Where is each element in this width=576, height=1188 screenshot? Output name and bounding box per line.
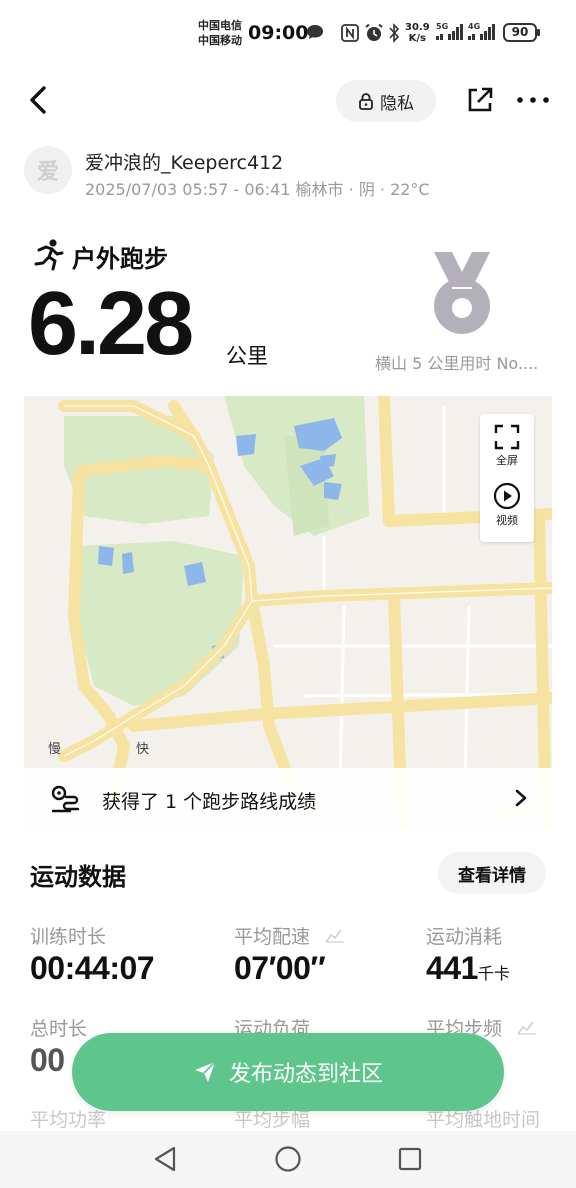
calories-unit: 千卡	[477, 966, 510, 983]
nav-back-icon[interactable]	[152, 1145, 178, 1173]
nav-recent-icon[interactable]	[398, 1147, 422, 1171]
message-icon	[307, 25, 323, 39]
signal-icon-2: 4G	[468, 22, 496, 42]
status-time: 09:00	[248, 22, 309, 44]
stat-value-avg-pace: 07′00″	[234, 950, 326, 986]
pace-legend-fast: 快	[136, 742, 150, 757]
fullscreen-icon	[494, 424, 520, 450]
send-icon	[194, 1061, 216, 1082]
route-achievement-text: 获得了 1 个跑步路线成绩	[102, 791, 317, 813]
status-bar: 中国电信 中国移动 09:00 30.9 K/s 5G 4G 90	[0, 0, 576, 66]
signal-icon: 5G	[436, 22, 464, 42]
map-tiles	[24, 396, 552, 828]
publish-label: 发布动态到社区	[228, 1062, 383, 1087]
play-icon	[493, 482, 521, 510]
more-icon[interactable]	[516, 94, 550, 106]
fullscreen-button[interactable]: 全屏	[480, 424, 534, 468]
route-achievement-banner[interactable]: 获得了 1 个跑步路线成绩	[24, 768, 552, 828]
pace-legend-slow: 慢	[48, 742, 62, 757]
net-speed: 30.9 K/s	[405, 22, 430, 44]
chart-icon-2	[517, 1021, 536, 1035]
medal-icon[interactable]	[430, 250, 494, 336]
system-nav-bar	[0, 1131, 576, 1188]
stat-value-training-time: 00:44:07	[30, 950, 155, 986]
faded-label-1: 平均功率	[30, 1109, 107, 1131]
distance-unit: 公里	[226, 344, 268, 368]
share-icon[interactable]	[466, 86, 494, 114]
stat-label-training-time: 训练时长	[30, 926, 107, 948]
stat-label-calories: 运动消耗	[426, 926, 503, 948]
stat-label-total-time: 总时长	[30, 1018, 88, 1040]
route-map[interactable]: 全屏 视频 慢 快 获得了 1 个跑步路线成绩	[24, 396, 552, 828]
user-name[interactable]: 爱冲浪的_Keeperc412	[85, 148, 283, 175]
video-button[interactable]: 视频	[480, 482, 534, 528]
distance-value: 6.28	[28, 274, 194, 374]
activity-type: 户外跑步	[72, 245, 168, 273]
carrier-1: 中国电信	[198, 19, 242, 32]
avatar[interactable]: 爱	[24, 146, 72, 194]
stat-label-avg-pace: 平均配速	[234, 926, 311, 948]
activity-meta: 2025/07/03 05:57 - 06:41 榆林市 · 阴 · 22°C	[85, 180, 430, 199]
alarm-icon	[365, 23, 383, 41]
net-speed-value: 30.9	[405, 22, 430, 33]
battery-icon: 90	[503, 23, 540, 42]
bluetooth-icon	[389, 23, 400, 43]
running-person-icon	[34, 239, 64, 271]
privacy-label: 隐私	[380, 93, 414, 114]
section-title-sport-data: 运动数据	[30, 863, 126, 891]
nfc-icon	[341, 24, 359, 42]
map-controls: 全屏 视频	[480, 414, 534, 542]
nav-home-icon[interactable]	[274, 1145, 302, 1173]
stat-value-total-time: 00	[30, 1042, 65, 1078]
net-speed-unit: K/s	[408, 33, 427, 44]
publish-to-community-button[interactable]: 发布动态到社区	[72, 1033, 504, 1111]
view-details-button[interactable]: 查看详情	[438, 852, 546, 894]
calories-number: 441	[426, 950, 478, 986]
carrier-2: 中国移动	[198, 34, 242, 47]
fullscreen-label: 全屏	[496, 454, 518, 467]
lock-icon	[359, 93, 373, 110]
carrier-names: 中国电信 中国移动	[198, 18, 242, 48]
chevron-right-icon	[515, 789, 527, 807]
route-pin-icon	[51, 785, 80, 813]
video-label: 视频	[496, 514, 518, 527]
stat-value-calories: 441千卡	[426, 950, 510, 987]
back-arrow-icon[interactable]	[24, 84, 54, 116]
privacy-button[interactable]: 隐私	[336, 80, 436, 122]
chart-icon	[325, 929, 344, 943]
medal-caption[interactable]: 横山 5 公里用时 No....	[375, 350, 551, 374]
